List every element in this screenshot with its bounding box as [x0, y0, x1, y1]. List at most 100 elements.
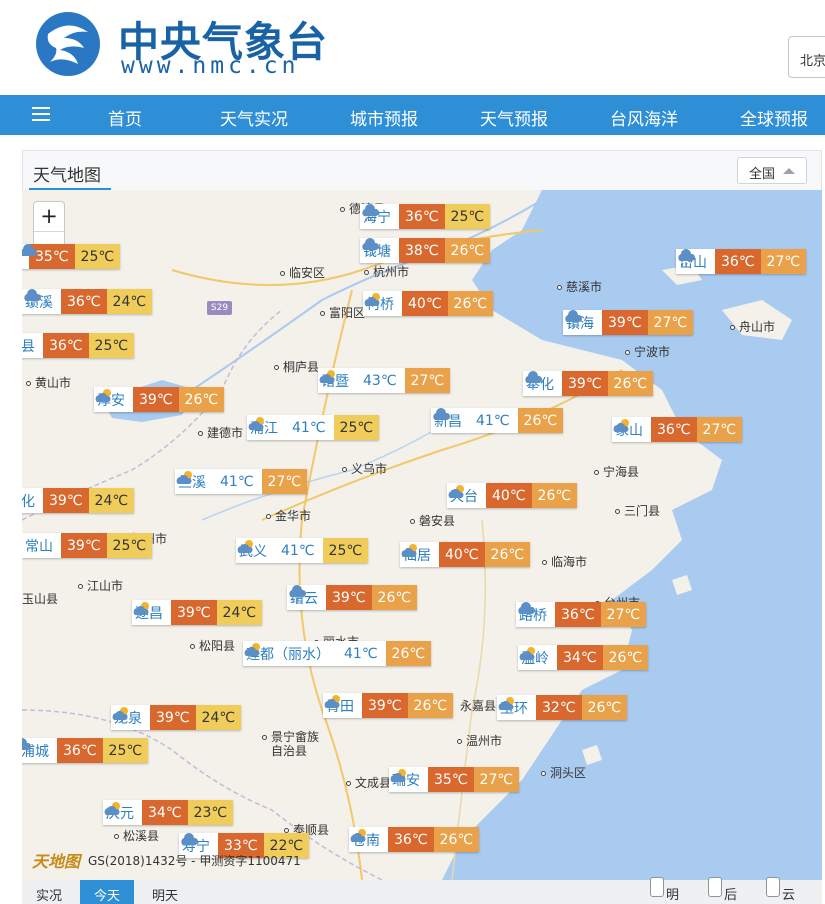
- weather-card[interactable]: 浦城 36℃ 25℃: [22, 738, 149, 763]
- weather-card-max: 36℃: [57, 738, 103, 763]
- weather-card-city: 化: [22, 493, 35, 510]
- timeline-chip[interactable]: [708, 877, 722, 897]
- city-label: 磐安县: [410, 512, 455, 529]
- weather-card-min: 27℃: [473, 767, 520, 792]
- city-label: 宁波市: [625, 343, 670, 360]
- city-search-input[interactable]: 北京: [788, 36, 825, 78]
- scope-select-value: 全国: [749, 167, 776, 182]
- timeline-chip[interactable]: [766, 877, 780, 897]
- weather-card-name: 玉环: [497, 695, 536, 720]
- city-name: 建德市: [207, 426, 244, 440]
- city-name: 舟山市: [739, 320, 776, 334]
- weather-card-name: 化: [22, 488, 43, 513]
- weather-card[interactable]: 缙云 39℃ 26℃: [287, 585, 418, 610]
- city-name: 江山市: [87, 579, 124, 593]
- weather-card[interactable]: 遂昌 39℃ 24℃: [132, 600, 263, 625]
- weather-card-max: 39℃: [43, 488, 89, 513]
- weather-card-max: 36℃: [43, 333, 89, 358]
- sun-cloud-icon: [519, 647, 535, 660]
- city-label: 富阳区: [320, 304, 365, 321]
- weather-card[interactable]: 海宁 36℃ 25℃: [360, 204, 491, 229]
- nav-item-weather-forecast[interactable]: 天气预报: [480, 105, 548, 130]
- weather-card[interactable]: 钱塘 38℃ 26℃: [360, 238, 491, 263]
- weather-card[interactable]: 诸暨 43℃ 27℃: [318, 368, 451, 393]
- scope-select[interactable]: 全国: [737, 157, 807, 184]
- tab-today[interactable]: 今天: [80, 880, 135, 904]
- nav-item-global-forecast[interactable]: 全球预报: [740, 105, 808, 130]
- city-label: 金华市: [266, 507, 311, 524]
- nav-item-home[interactable]: 首页: [108, 105, 142, 130]
- cloud-rain-icon: [24, 289, 42, 307]
- weather-card[interactable]: 莲都（丽水） 41℃ 26℃: [243, 641, 432, 666]
- tab-observed[interactable]: 实况: [22, 880, 76, 904]
- weather-card-min: 26℃: [371, 585, 418, 610]
- weather-map[interactable]: + − S29 德清县 临安区 杭州市 富阳区 桐庐县 建德市 黄山市 义乌市 …: [22, 190, 822, 880]
- cloud-rain-icon: [181, 833, 199, 845]
- weather-card[interactable]: 浦江 41℃ 25℃: [247, 415, 380, 440]
- weather-card-name: 莲都（丽水） 41℃: [243, 641, 386, 666]
- city-name: 杭州市: [373, 265, 410, 279]
- weather-card[interactable]: 温岭 34℃ 26℃: [518, 645, 649, 670]
- menu-icon[interactable]: [32, 107, 50, 121]
- weather-card[interactable]: 奉化 39℃ 26℃: [523, 371, 654, 396]
- weather-card-min: 24℃: [88, 488, 135, 513]
- weather-card[interactable]: 绩溪 36℃ 24℃: [22, 289, 153, 314]
- weather-card[interactable]: 仙居 40℃ 26℃: [400, 542, 531, 567]
- weather-card-min: 27℃: [261, 469, 308, 494]
- city-label: 临海市: [542, 553, 587, 570]
- weather-card[interactable]: 常山 39℃ 25℃: [22, 533, 153, 558]
- weather-card[interactable]: 路桥 36℃ 27℃: [516, 602, 647, 627]
- weather-card[interactable]: 县 36℃ 25℃: [22, 333, 135, 358]
- weather-card[interactable]: 化 39℃ 24℃: [22, 488, 135, 513]
- weather-card-min: 26℃: [178, 387, 225, 412]
- weather-card[interactable]: 淳安 39℃ 26℃: [94, 387, 225, 412]
- weather-card-name: 仙居: [400, 542, 439, 567]
- weather-card[interactable]: 龙泉 39℃ 24℃: [111, 705, 242, 730]
- weather-card-name: 新昌 41℃: [431, 408, 518, 433]
- weather-card[interactable]: 新昌 41℃ 26℃: [431, 408, 564, 433]
- weather-card[interactable]: 武义 41℃ 25℃: [236, 538, 369, 563]
- weather-card-min: 26℃: [517, 408, 564, 433]
- caret-up-icon: [783, 168, 795, 174]
- weather-card-min: 26℃: [581, 695, 628, 720]
- weather-card-max: 36℃: [715, 249, 761, 274]
- weather-card-name: 龙泉: [111, 705, 150, 730]
- city-label: 桐庐县: [274, 358, 319, 375]
- weather-card[interactable]: 天台 40℃ 26℃: [447, 483, 578, 508]
- cloud-rain-icon: [22, 244, 37, 256]
- nmc-logo-icon[interactable]: [34, 10, 102, 78]
- nav-item-typhoon-ocean[interactable]: 台风海洋: [610, 105, 678, 130]
- weather-card[interactable]: 玉环 32℃ 26℃: [497, 695, 628, 720]
- sun-cloud-icon: [390, 769, 406, 782]
- weather-card-max: 41℃: [292, 419, 326, 436]
- city-dot: [114, 834, 119, 839]
- weather-card[interactable]: 柯桥 40℃ 26℃: [363, 291, 494, 316]
- nav-item-city-forecast[interactable]: 城市预报: [350, 105, 418, 130]
- weather-card[interactable]: 庆元 34℃ 23℃: [103, 800, 234, 825]
- site-domain[interactable]: www.nmc.cn: [121, 53, 299, 79]
- panel-title: 天气地图: [33, 166, 101, 186]
- weather-card[interactable]: 瑞安 35℃ 27℃: [389, 767, 520, 792]
- weather-card-name: 天台: [447, 483, 486, 508]
- timeline-chip[interactable]: [650, 877, 664, 897]
- weather-card-name: 县: [22, 333, 43, 358]
- weather-card-name: 庆元: [103, 800, 142, 825]
- weather-card[interactable]: 镇海 39℃ 27℃: [563, 310, 694, 335]
- weather-card[interactable]: 苍南 36℃ 26℃: [349, 827, 480, 852]
- weather-card[interactable]: 青田 39℃ 26℃: [323, 693, 454, 718]
- weather-card-name: 缙云: [287, 585, 326, 610]
- weather-card[interactable]: 岱山 36℃ 27℃: [676, 249, 807, 274]
- weather-card-max: 32℃: [536, 695, 582, 720]
- weather-card-max: 34℃: [557, 645, 603, 670]
- nav-item-observations[interactable]: 天气实况: [220, 105, 288, 130]
- sun-cloud-icon: [133, 602, 149, 615]
- road-badge: S29: [207, 301, 232, 315]
- weather-card[interactable]: 象山 36℃ 27℃: [612, 417, 743, 442]
- weather-card-max: 40℃: [439, 542, 485, 567]
- weather-card[interactable]: 兰溪 41℃ 27℃: [175, 469, 308, 494]
- weather-card-min: 24℃: [106, 289, 153, 314]
- weather-card[interactable]: 35℃ 25℃: [22, 244, 121, 269]
- weather-card-min: 26℃: [447, 291, 494, 316]
- tab-tomorrow[interactable]: 明天: [138, 880, 192, 904]
- zoom-in-button[interactable]: +: [34, 202, 64, 232]
